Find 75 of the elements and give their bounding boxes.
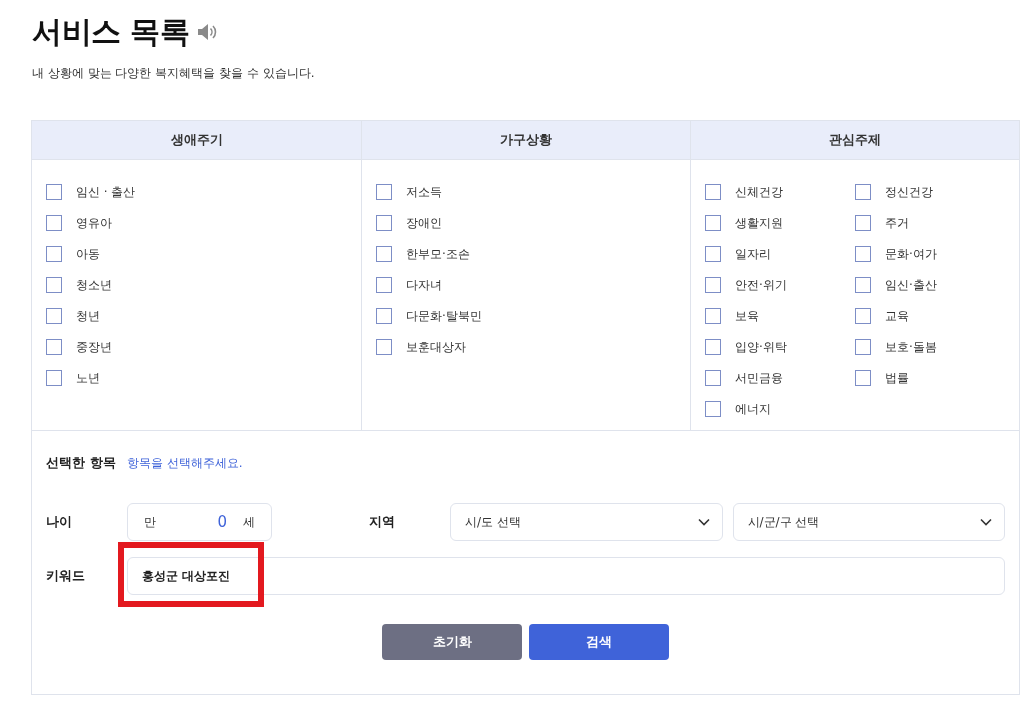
group-heading: 생애주기 — [32, 121, 361, 160]
checkbox-label: 아동 — [76, 245, 100, 263]
checkbox-label: 저소득 — [406, 183, 442, 201]
checkbox[interactable] — [855, 276, 871, 293]
page-title: 서비스 목록 — [32, 14, 190, 50]
checkbox[interactable] — [376, 338, 392, 355]
checkbox[interactable] — [46, 369, 62, 386]
checkbox[interactable] — [376, 214, 392, 231]
checkbox-label: 다자녀 — [406, 276, 442, 294]
checkbox-label: 주거 — [885, 214, 909, 232]
age-field[interactable]: 만 0 세 — [127, 503, 272, 541]
checkbox[interactable] — [705, 183, 721, 200]
dropdown[interactable]: 시/도 선택 — [450, 503, 723, 541]
selected-items-label: 선택한 항목 — [46, 454, 117, 473]
checkbox[interactable] — [46, 214, 62, 231]
checkbox[interactable] — [705, 214, 721, 231]
checkbox[interactable] — [46, 276, 62, 293]
checkbox-label: 다문화·탈북민 — [406, 307, 482, 325]
checkbox-label: 노년 — [76, 369, 100, 387]
checkbox[interactable] — [855, 245, 871, 262]
group-heading: 가구상황 — [361, 121, 690, 160]
reset-button[interactable]: 초기화 — [382, 624, 522, 660]
checkbox-label: 법률 — [885, 369, 909, 387]
checkbox[interactable] — [705, 245, 721, 262]
checkbox-label: 임신·출산 — [885, 276, 937, 294]
checkbox[interactable] — [705, 338, 721, 355]
checkbox-label: 영유아 — [76, 214, 112, 232]
checkbox[interactable] — [46, 338, 62, 355]
checkbox[interactable] — [376, 276, 392, 293]
checkbox-label: 임신 · 출산 — [76, 183, 136, 201]
checkbox[interactable] — [376, 245, 392, 262]
checkbox-label: 문화·여가 — [885, 245, 937, 263]
checkbox-label: 신체건강 — [735, 183, 783, 201]
checkbox-label: 청소년 — [76, 276, 112, 294]
checkbox-label: 정신건강 — [885, 183, 933, 201]
age-label: 나이 — [46, 513, 73, 532]
speaker-icon[interactable] — [197, 23, 219, 41]
checkbox[interactable] — [705, 276, 721, 293]
selected-items-hint: 항목을 선택해주세요. — [127, 455, 243, 472]
checkbox[interactable] — [705, 369, 721, 386]
checkbox-label: 입양·위탁 — [735, 338, 787, 356]
dropdown[interactable]: 시/군/구 선택 — [732, 503, 1005, 541]
checkbox-label: 서민금융 — [735, 369, 783, 387]
checkbox-label: 보육 — [735, 307, 759, 325]
checkbox-label: 보호·돌봄 — [885, 338, 937, 356]
checkbox-label: 일자리 — [735, 245, 771, 263]
checkbox[interactable] — [855, 183, 871, 200]
search-button[interactable]: 검색 — [529, 624, 669, 660]
checkbox-label: 안전·위기 — [735, 276, 787, 294]
checkbox-label: 보훈대상자 — [406, 338, 466, 356]
chevron-down-icon — [980, 518, 992, 526]
region-label: 지역 — [369, 513, 396, 532]
checkbox-label: 생활지원 — [735, 214, 783, 232]
chevron-down-icon — [697, 518, 710, 526]
checkbox-label: 한부모·조손 — [406, 245, 470, 263]
checkbox[interactable] — [46, 245, 62, 262]
checkbox-label: 중장년 — [76, 338, 112, 356]
checkbox[interactable] — [46, 307, 62, 324]
checkbox-label: 교육 — [885, 307, 909, 325]
checkbox[interactable] — [46, 183, 62, 200]
checkbox[interactable] — [376, 307, 392, 324]
keyword-field[interactable]: 홍성군 대상포진 — [127, 557, 1005, 595]
checkbox[interactable] — [855, 369, 871, 386]
group-heading: 관심주제 — [690, 121, 1019, 160]
page-subtitle: 내 상황에 맞는 다양한 복지혜택을 찾을 수 있습니다. — [32, 65, 315, 82]
checkbox[interactable] — [376, 183, 392, 200]
checkbox[interactable] — [855, 338, 871, 355]
checkbox-label: 장애인 — [406, 214, 442, 232]
keyword-label: 키워드 — [46, 567, 86, 586]
checkbox[interactable] — [855, 307, 871, 324]
checkbox-label: 에너지 — [735, 400, 771, 418]
checkbox[interactable] — [855, 214, 871, 231]
checkbox[interactable] — [705, 400, 721, 417]
checkbox-label: 청년 — [76, 307, 100, 325]
checkbox[interactable] — [705, 307, 721, 324]
